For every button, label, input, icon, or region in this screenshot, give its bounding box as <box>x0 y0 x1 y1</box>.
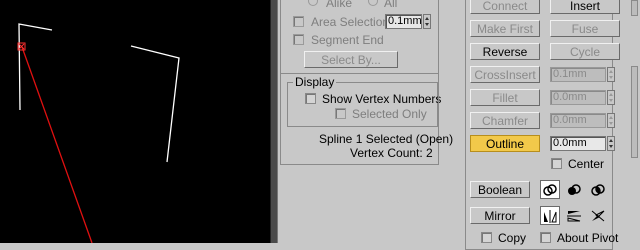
boolean-intersect-icon[interactable] <box>588 180 608 199</box>
viewport[interactable] <box>0 0 270 243</box>
chamfer-button[interactable]: Chamfer <box>470 112 540 129</box>
panel-scrollbar[interactable] <box>630 0 640 243</box>
boolean-button[interactable]: Boolean <box>470 181 530 198</box>
spline-shape-right[interactable] <box>130 45 180 163</box>
area-selection-label: Area Selection: <box>311 15 393 29</box>
area-selection-checkbox[interactable] <box>293 16 304 27</box>
mirror-button[interactable]: Mirror <box>470 207 530 224</box>
insert-button[interactable]: Insert <box>550 0 620 14</box>
area-selection-spinner[interactable] <box>423 14 431 29</box>
boolean-subtract-icon[interactable] <box>564 180 584 199</box>
viewport-splitter[interactable] <box>270 0 278 243</box>
scrollbar-thumb[interactable] <box>631 66 638 158</box>
mirror-horizontal-icon[interactable] <box>540 206 560 225</box>
connect-button[interactable]: Connect <box>470 0 540 14</box>
center-label: Center <box>568 157 605 171</box>
command-panel: Alike All Area Selection: 0.1mm Segment … <box>278 0 640 250</box>
boolean-union-icon[interactable] <box>540 180 560 199</box>
radio-all-label: All <box>384 0 398 10</box>
chamfer-spinner[interactable] <box>607 113 615 128</box>
cycle-button[interactable]: Cycle <box>550 43 620 60</box>
crossinsert-field[interactable]: 0.1mm <box>550 67 606 82</box>
chamfer-field[interactable]: 0.0mm <box>550 113 606 128</box>
fillet-button[interactable]: Fillet <box>470 89 540 106</box>
fillet-field[interactable]: 0.0mm <box>550 90 606 105</box>
crossinsert-spinner[interactable] <box>607 67 615 82</box>
vertex-count-text: Vertex Count: 2 <box>350 146 433 160</box>
segment-end-label: Segment End <box>311 33 384 47</box>
about-pivot-checkbox[interactable] <box>540 232 551 243</box>
mirror-vertical-icon[interactable] <box>564 206 584 225</box>
radio-alike-label: Alike <box>326 0 353 10</box>
segment-end-checkbox[interactable] <box>293 34 304 45</box>
outline-spinner[interactable] <box>607 136 615 151</box>
fuse-button[interactable]: Fuse <box>550 20 620 37</box>
viewport-canvas[interactable] <box>0 0 270 243</box>
fillet-spinner[interactable] <box>607 90 615 105</box>
outline-field[interactable]: 0.0mm <box>550 136 606 151</box>
outline-button[interactable]: Outline <box>470 135 540 152</box>
crossinsert-button[interactable]: CrossInsert <box>470 66 540 83</box>
center-checkbox[interactable] <box>551 158 562 169</box>
copy-checkbox[interactable] <box>481 232 492 243</box>
selection-status-text: Spline 1 Selected (Open) <box>319 132 454 146</box>
scrollbar-track-top[interactable] <box>631 0 638 16</box>
spline-shape-left[interactable] <box>18 23 53 111</box>
selected-spline-segment[interactable] <box>21 46 93 243</box>
area-selection-field[interactable]: 0.1mm <box>385 14 422 29</box>
reverse-button[interactable]: Reverse <box>470 43 540 60</box>
make-first-button[interactable]: Make First <box>470 20 540 37</box>
mirror-both-icon[interactable] <box>588 206 608 225</box>
